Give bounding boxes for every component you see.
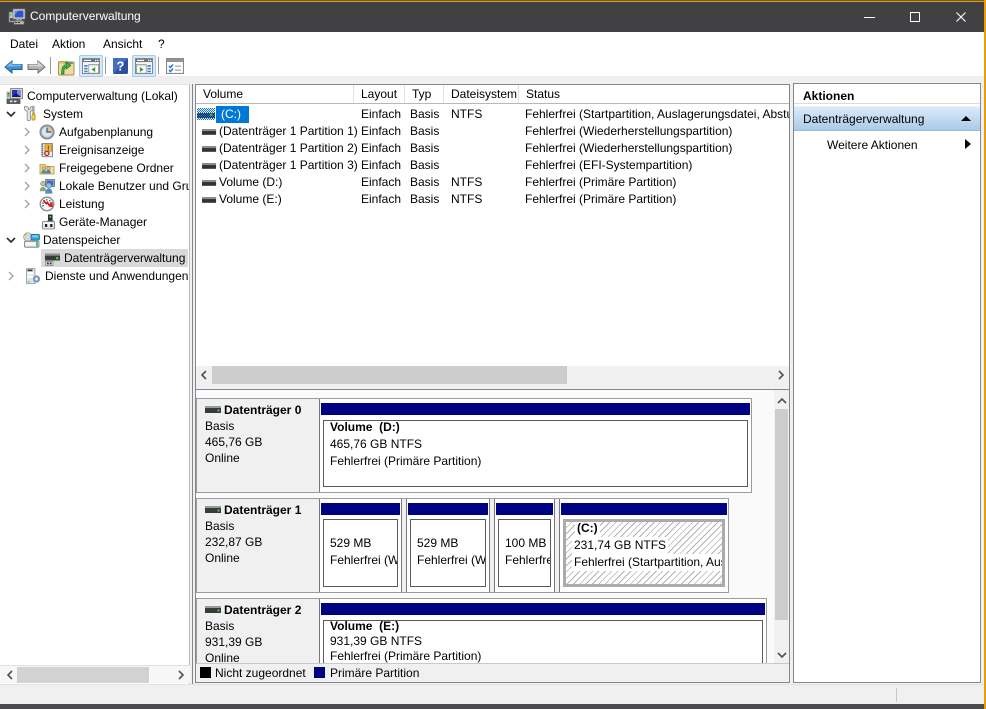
svg-text:?: ?: [117, 59, 125, 74]
